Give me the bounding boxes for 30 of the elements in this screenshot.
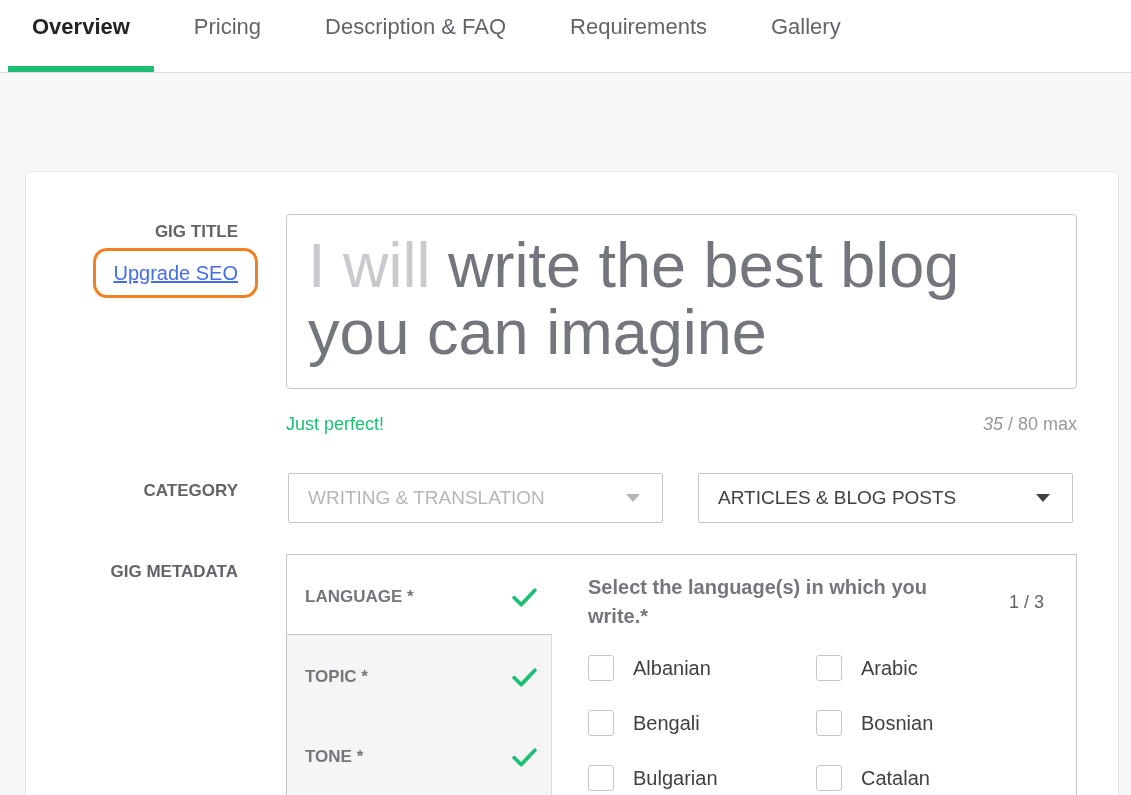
selection-count: 1 / 3 [1008, 591, 1044, 613]
option-label[interactable]: Catalan [861, 767, 930, 789]
metadata-section-tab[interactable]: TONE * [287, 715, 552, 795]
option-label[interactable]: Bengali [633, 712, 700, 734]
upgrade-seo-link[interactable]: Upgrade SEO [113, 262, 238, 284]
tab[interactable]: Gallery [747, 0, 865, 72]
checkbox[interactable] [588, 765, 614, 791]
caret-icon [1036, 494, 1050, 502]
option-label[interactable]: Albanian [633, 657, 711, 679]
field-label: GIG METADATA [110, 562, 238, 582]
checkbox[interactable] [816, 765, 842, 791]
checkbox[interactable] [588, 655, 614, 681]
caret-icon [626, 494, 640, 502]
tab[interactable]: Overview [8, 0, 154, 72]
option-label[interactable]: Arabic [861, 657, 918, 679]
category-select[interactable]: ARTICLES & BLOG POSTS [698, 473, 1073, 523]
character-counter: 35 / 80 max [982, 414, 1077, 434]
tab[interactable]: Description & FAQ [301, 0, 531, 72]
tab[interactable]: Pricing [169, 0, 286, 72]
metadata-section-tab[interactable]: TOPIC * [287, 635, 552, 716]
checkbox[interactable] [816, 655, 842, 681]
panel-heading: Select the language(s) in which you write.* [588, 575, 928, 629]
option-label[interactable]: Bulgarian [633, 767, 718, 789]
tab[interactable]: Requirements [546, 0, 731, 72]
option-label[interactable]: Bosnian [861, 712, 934, 734]
field-label: CATEGORY [143, 481, 238, 501]
checkbox[interactable] [588, 710, 614, 736]
field-label: GIG TITLE [154, 222, 238, 242]
validation-message: Just perfect! [286, 414, 385, 434]
checkbox[interactable] [816, 710, 842, 736]
